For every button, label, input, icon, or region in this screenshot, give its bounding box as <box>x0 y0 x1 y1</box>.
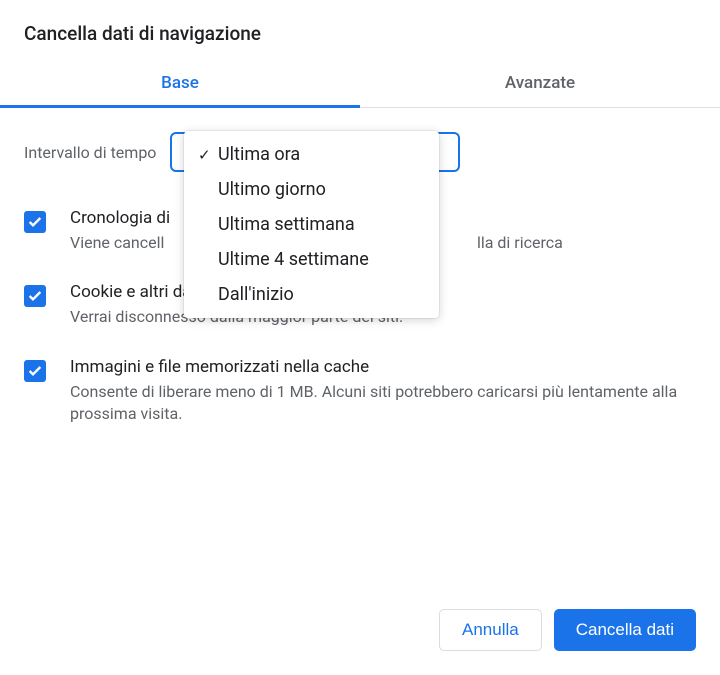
clear-browsing-data-dialog: Cancella dati di navigazione Base Avanza… <box>0 0 720 426</box>
dialog-title: Cancella dati di navigazione <box>0 0 720 59</box>
time-range-label: Intervallo di tempo <box>24 143 156 162</box>
tab-base-label: Base <box>161 73 199 93</box>
tabs: Base Avanzate <box>0 59 720 108</box>
check-icon <box>27 214 43 230</box>
tab-advanced-label: Avanzate <box>505 73 575 93</box>
cache-title: Immagini e file memorizzati nella cache <box>70 357 696 377</box>
time-range-dropdown: ✓ Ultima ora Ultimo giorno Ultima settim… <box>184 131 439 318</box>
history-desc-pre: Viene cancell <box>70 233 164 252</box>
dialog-footer: Annulla Cancella dati <box>439 609 696 651</box>
dropdown-item-last-day[interactable]: Ultimo giorno <box>184 172 439 207</box>
dropdown-item-label: Ultimo giorno <box>218 179 326 200</box>
option-cache: Immagini e file memorizzati nella cache … <box>24 357 696 426</box>
clear-data-button[interactable]: Cancella dati <box>554 609 696 651</box>
clear-data-button-label: Cancella dati <box>576 620 674 639</box>
tab-advanced[interactable]: Avanzate <box>360 59 720 107</box>
check-icon <box>27 288 43 304</box>
cache-checkbox[interactable] <box>24 360 46 382</box>
dropdown-item-last-hour[interactable]: ✓ Ultima ora <box>184 137 439 172</box>
history-checkbox[interactable] <box>24 211 46 233</box>
cancel-button[interactable]: Annulla <box>439 609 542 651</box>
check-mark-icon: ✓ <box>198 146 218 164</box>
check-icon <box>27 363 43 379</box>
dropdown-item-last-4-weeks[interactable]: Ultime 4 settimane <box>184 242 439 277</box>
tab-base[interactable]: Base <box>0 59 360 107</box>
dropdown-item-label: Ultima ora <box>218 144 300 165</box>
dropdown-item-all-time[interactable]: Dall'inizio <box>184 277 439 312</box>
cache-desc: Consente di liberare meno di 1 MB. Alcun… <box>70 381 696 426</box>
dropdown-item-label: Ultima settimana <box>218 214 355 235</box>
dropdown-item-label: Dall'inizio <box>218 284 294 305</box>
cookies-checkbox[interactable] <box>24 285 46 307</box>
dropdown-item-last-week[interactable]: Ultima settimana <box>184 207 439 242</box>
history-desc-post: lla di ricerca <box>477 233 563 252</box>
cache-text: Immagini e file memorizzati nella cache … <box>70 357 696 426</box>
cancel-button-label: Annulla <box>462 620 519 639</box>
dropdown-item-label: Ultime 4 settimane <box>218 249 369 270</box>
